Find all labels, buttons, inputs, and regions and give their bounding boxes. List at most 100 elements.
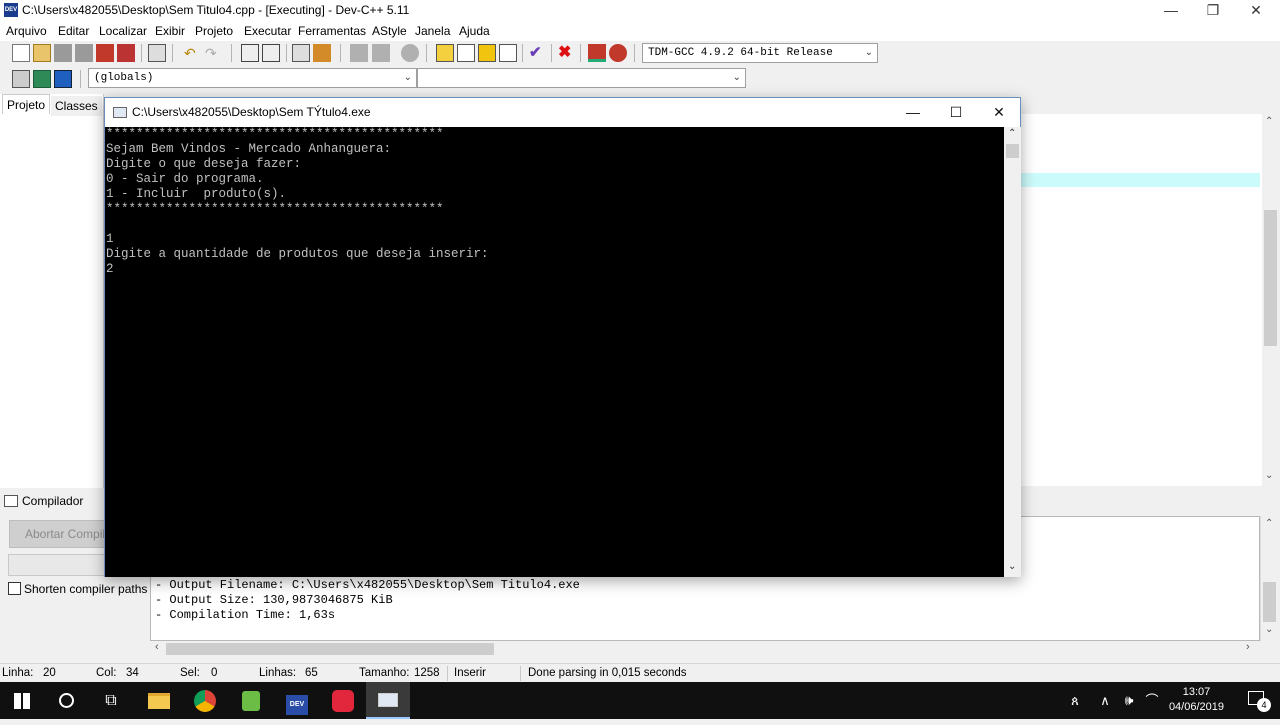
open-file-icon[interactable] [33, 44, 51, 62]
project-icon[interactable] [436, 44, 454, 62]
console-line: 1 - Incluir produto(s). [106, 187, 287, 201]
abort-compilation-button[interactable]: Abortar Compilação [9, 520, 105, 548]
log-horizontal-scrollbar[interactable]: ‹ › [150, 641, 1260, 657]
scroll-down-icon[interactable]: ⌄ [1265, 470, 1273, 481]
menu-ferramentas[interactable]: Ferramentas [298, 24, 366, 38]
menu-exibir[interactable]: Exibir [155, 24, 185, 38]
toolbar-separator [634, 44, 635, 62]
stop-execution-icon[interactable]: ✖ [558, 44, 576, 62]
close-file-icon[interactable] [96, 44, 114, 62]
debug-icon[interactable] [609, 44, 627, 62]
tab-projeto[interactable]: Projeto [2, 94, 51, 114]
menu-janela[interactable]: Janela [415, 24, 450, 38]
find-icon[interactable] [241, 44, 259, 62]
scroll-up-icon[interactable]: ⌃ [1265, 518, 1273, 529]
window-icon[interactable] [457, 44, 475, 62]
menu-projeto[interactable]: Projeto [195, 24, 233, 38]
check-syntax-icon[interactable]: ✔ [529, 44, 547, 62]
goto-line-icon[interactable] [292, 44, 310, 62]
scroll-left-icon[interactable]: ‹ [155, 641, 159, 653]
unindent-icon[interactable] [372, 44, 390, 62]
windows-start-icon[interactable] [0, 682, 44, 719]
status-tamanho-label: Tamanho: [359, 667, 410, 679]
redo-icon[interactable]: ↷ [205, 44, 223, 62]
menu-ajuda[interactable]: Ajuda [459, 24, 490, 38]
app-red-icon[interactable] [321, 682, 365, 719]
log-scroll-thumb[interactable] [1263, 582, 1276, 622]
chevron-down-icon: ⌄ [732, 72, 741, 83]
bookmark-toggle-icon[interactable] [54, 70, 72, 88]
indent-icon[interactable] [350, 44, 368, 62]
symbol-select[interactable]: ⌄ [417, 68, 746, 88]
menu-executar[interactable]: Executar [244, 24, 291, 38]
restore-button[interactable]: ❐ [1190, 0, 1236, 21]
compiler-select[interactable]: TDM-GCC 4.9.2 64-bit Release ⌄ [642, 43, 878, 63]
checkbox-icon[interactable] [8, 582, 21, 595]
status-linhas-value: 65 [305, 667, 318, 679]
console-window[interactable]: C:\Users\x482055\Desktop\Sem TÝtulo4.exe… [104, 97, 1021, 577]
scroll-up-icon[interactable]: ⌃ [1265, 116, 1273, 127]
toolbar-separator [172, 44, 173, 62]
task-view-icon[interactable]: ⧉ [89, 682, 133, 719]
console-close-button[interactable]: ✕ [977, 98, 1021, 127]
wifi-icon[interactable]: ⌒ [1140, 682, 1164, 719]
save-icon[interactable] [54, 44, 72, 62]
console-line: ****************************************… [106, 202, 444, 216]
status-sel-value: 0 [211, 667, 218, 679]
class-browser-icon[interactable] [478, 44, 496, 62]
shorten-paths-label: Shorten compiler paths [24, 582, 148, 596]
tab-compilador-label: Compilador [22, 494, 84, 508]
menu-astyle[interactable]: AStyle [372, 24, 407, 38]
console-taskbar-icon[interactable] [366, 682, 410, 719]
volume-icon[interactable]: 🕪 [1116, 682, 1142, 719]
devcpp-taskbar-icon[interactable]: DEV [275, 682, 319, 719]
close-all-icon[interactable] [117, 44, 135, 62]
editor-scroll-thumb[interactable] [1264, 210, 1277, 346]
menu-localizar[interactable]: Localizar [99, 24, 147, 38]
scope-select[interactable]: (globals) ⌄ [88, 68, 417, 88]
notification-icon[interactable]: 4 [1234, 682, 1278, 719]
code-editor[interactable] [1020, 114, 1262, 486]
console-scroll-thumb[interactable] [1006, 144, 1019, 158]
log-hscroll-thumb[interactable] [166, 643, 494, 655]
toggle-comment-icon[interactable] [401, 44, 419, 62]
print-icon[interactable] [148, 44, 166, 62]
notepad-plus-icon[interactable] [229, 682, 273, 719]
menu-editar[interactable]: Editar [58, 24, 89, 38]
search-icon[interactable] [44, 682, 88, 719]
scroll-down-icon[interactable]: ⌄ [1008, 561, 1016, 572]
console-output[interactable]: ****************************************… [105, 127, 1004, 577]
status-linhas-label: Linhas: [259, 667, 297, 679]
save-all-icon[interactable] [75, 44, 93, 62]
tab-classes[interactable]: Classes [51, 96, 102, 116]
console-title: C:\Users\x482055\Desktop\Sem TÝtulo4.exe [132, 105, 371, 119]
insert-icon[interactable] [12, 70, 30, 88]
profile-chart-icon[interactable] [588, 44, 606, 62]
goto-icon[interactable] [33, 70, 51, 88]
scroll-up-icon[interactable]: ⌃ [1008, 128, 1016, 139]
file-explorer-icon[interactable] [137, 682, 181, 719]
editor-scrollbar[interactable]: ⌃ ⌄ [1262, 114, 1279, 486]
log-vertical-scrollbar[interactable]: ⌃ ⌄ [1260, 516, 1278, 641]
menu-arquivo[interactable]: Arquivo [6, 24, 47, 38]
close-button[interactable]: ✕ [1233, 0, 1279, 21]
tab-compilador[interactable]: Compilador [4, 494, 83, 514]
console-scrollbar[interactable]: ⌃ ⌄ [1004, 127, 1021, 577]
replace-icon[interactable] [262, 44, 280, 62]
compile-progress-box [8, 554, 105, 576]
shorten-paths-checkbox[interactable]: Shorten compiler paths [8, 582, 147, 596]
grid-icon[interactable] [499, 44, 517, 62]
console-minimize-button[interactable]: — [891, 98, 935, 127]
new-file-icon[interactable] [12, 44, 30, 62]
chevron-down-icon: ⌄ [864, 47, 873, 58]
status-divider [447, 666, 448, 681]
scroll-right-icon[interactable]: › [1246, 641, 1250, 653]
chrome-icon[interactable] [183, 682, 227, 719]
scroll-down-icon[interactable]: ⌄ [1265, 624, 1273, 635]
bookmark-icon[interactable] [313, 44, 331, 62]
clock[interactable]: 13:07 04/06/2019 [1169, 685, 1224, 715]
minimize-button[interactable]: — [1148, 0, 1194, 21]
console-maximize-button[interactable]: ☐ [934, 98, 978, 127]
undo-icon[interactable]: ↶ [184, 44, 202, 62]
console-app-icon [113, 107, 127, 118]
